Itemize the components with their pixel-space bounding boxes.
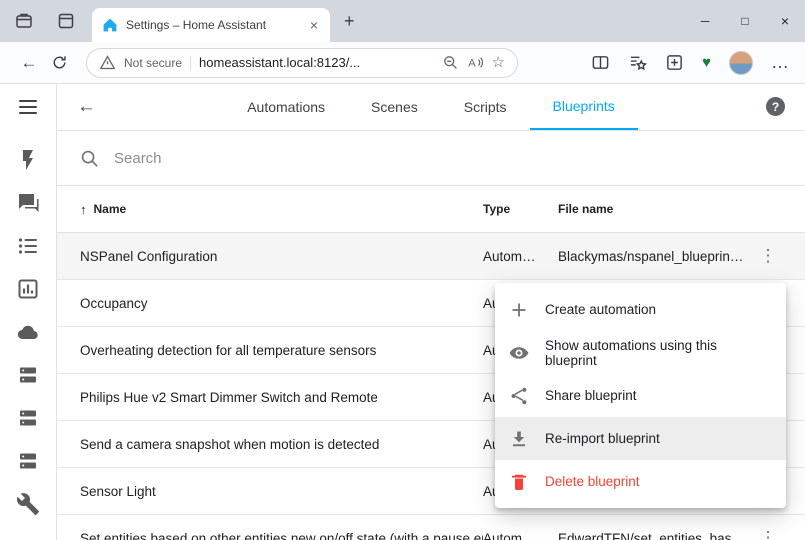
address-bar[interactable]: Not secure homeassistant.local:8123/... … [86, 48, 518, 78]
back-icon[interactable]: ← [14, 48, 44, 78]
favorites-hub-icon[interactable] [628, 53, 647, 72]
ha-content: ← Automations Scenes Scripts Blueprints … [57, 84, 805, 540]
delete-icon [509, 472, 529, 492]
search-input[interactable] [112, 149, 436, 168]
maximize-button[interactable]: □ [725, 0, 765, 42]
refresh-icon[interactable] [44, 48, 74, 78]
row-file: EdwardTFN/set_entities_bas… [558, 531, 745, 540]
row-type: Autom… [483, 531, 558, 540]
security-label: Not secure [124, 56, 182, 70]
workspaces-icon[interactable] [14, 11, 34, 31]
settings-ellipsis-icon[interactable]: … [771, 59, 789, 66]
browser-window: Settings – Home Assistant × + ─ □ × ← No… [0, 0, 805, 540]
forum-icon[interactable] [16, 191, 40, 215]
table-header: ↑ Name Type File name [57, 186, 805, 233]
read-aloud-icon[interactable]: A [467, 54, 484, 71]
energy-icon[interactable] [16, 148, 40, 172]
share-icon [509, 386, 529, 406]
column-header-type: Type [483, 202, 558, 216]
svg-text:A: A [468, 57, 476, 69]
browser-tab[interactable]: Settings – Home Assistant × [92, 8, 330, 42]
close-button[interactable]: × [765, 0, 805, 42]
row-name: Philips Hue v2 Smart Dimmer Switch and R… [80, 390, 483, 405]
collections-add-icon[interactable] [665, 53, 684, 72]
split-screen-icon[interactable] [591, 53, 610, 72]
history-icon[interactable] [16, 277, 40, 301]
new-tab-button[interactable]: + [344, 12, 355, 30]
download-icon [509, 429, 529, 449]
profile-avatar[interactable] [729, 51, 753, 75]
menu-item-show-automations[interactable]: Show automations using this blueprint [495, 331, 786, 374]
not-secure-warning-icon[interactable] [99, 54, 116, 71]
tab-actions-icon[interactable] [56, 11, 76, 31]
server-icon[interactable] [16, 449, 40, 473]
browser-essentials-icon[interactable]: ♥ [702, 55, 711, 70]
column-header-file: File name [558, 202, 745, 216]
row-name: Overheating detection for all temperatur… [80, 343, 483, 358]
home-assistant-favicon [102, 17, 118, 33]
server-icon[interactable] [16, 363, 40, 387]
table-row[interactable]: NSPanel Configuration Autom… Blackymas/n… [57, 233, 805, 280]
menu-item-create-automation[interactable]: Create automation [495, 288, 786, 331]
menu-item-share-blueprint[interactable]: Share blueprint [495, 374, 786, 417]
ha-header: ← Automations Scenes Scripts Blueprints … [57, 84, 805, 131]
window-controls: ─ □ × [685, 0, 805, 42]
row-name: Send a camera snapshot when motion is de… [80, 437, 483, 452]
help-icon[interactable]: ? [766, 97, 785, 116]
search-icon [80, 149, 99, 168]
minimize-button[interactable]: ─ [685, 0, 725, 42]
tools-icon[interactable] [16, 492, 40, 516]
ha-tab-bar: Automations Scenes Scripts Blueprints [57, 84, 805, 130]
tab-blueprints[interactable]: Blueprints [530, 84, 638, 130]
home-assistant-app: ← Automations Scenes Scripts Blueprints … [0, 84, 805, 540]
browser-navbar: ← Not secure homeassistant.local:8123/..… [0, 42, 805, 84]
sort-ascending-icon: ↑ [80, 202, 87, 217]
menu-item-delete-blueprint[interactable]: Delete blueprint [495, 460, 786, 503]
row-overflow-menu-icon[interactable]: ⋮ [745, 528, 791, 540]
tab-scripts[interactable]: Scripts [441, 84, 530, 130]
tab-automations[interactable]: Automations [224, 84, 348, 130]
column-header-name[interactable]: ↑ Name [80, 202, 483, 217]
browser-titlebar: Settings – Home Assistant × + ─ □ × [0, 0, 805, 42]
row-name: Set entities based on other entities new… [80, 531, 483, 540]
row-name: Sensor Light [80, 484, 483, 499]
server-icon[interactable] [16, 406, 40, 430]
plus-icon [509, 300, 529, 320]
ha-back-icon[interactable]: ← [77, 96, 96, 118]
favorite-star-icon[interactable]: ☆ [492, 55, 505, 70]
logbook-icon[interactable] [16, 234, 40, 258]
zoom-out-icon[interactable] [442, 54, 459, 71]
search-bar [57, 131, 805, 186]
row-overflow-menu-icon[interactable]: ⋮ [745, 246, 791, 266]
eye-icon [509, 343, 529, 363]
table-row[interactable]: Set entities based on other entities new… [57, 515, 805, 540]
row-type: Autom… [483, 249, 558, 264]
tab-scenes[interactable]: Scenes [348, 84, 441, 130]
tab-title: Settings – Home Assistant [126, 18, 300, 32]
cloud-icon[interactable] [16, 320, 40, 344]
url-text[interactable]: homeassistant.local:8123/... [199, 55, 434, 70]
tab-close-icon[interactable]: × [308, 17, 320, 33]
row-name: NSPanel Configuration [80, 249, 483, 264]
menu-icon[interactable] [0, 84, 56, 130]
menu-item-reimport-blueprint[interactable]: Re-import blueprint [495, 417, 786, 460]
navbar-right-icons: ♥ … [591, 51, 797, 75]
ha-sidebar [0, 84, 57, 540]
address-divider [190, 56, 191, 70]
row-file: Blackymas/nspanel_blueprin… [558, 249, 745, 264]
blueprint-context-menu: Create automation Show automations using… [495, 283, 786, 508]
row-name: Occupancy [80, 296, 483, 311]
